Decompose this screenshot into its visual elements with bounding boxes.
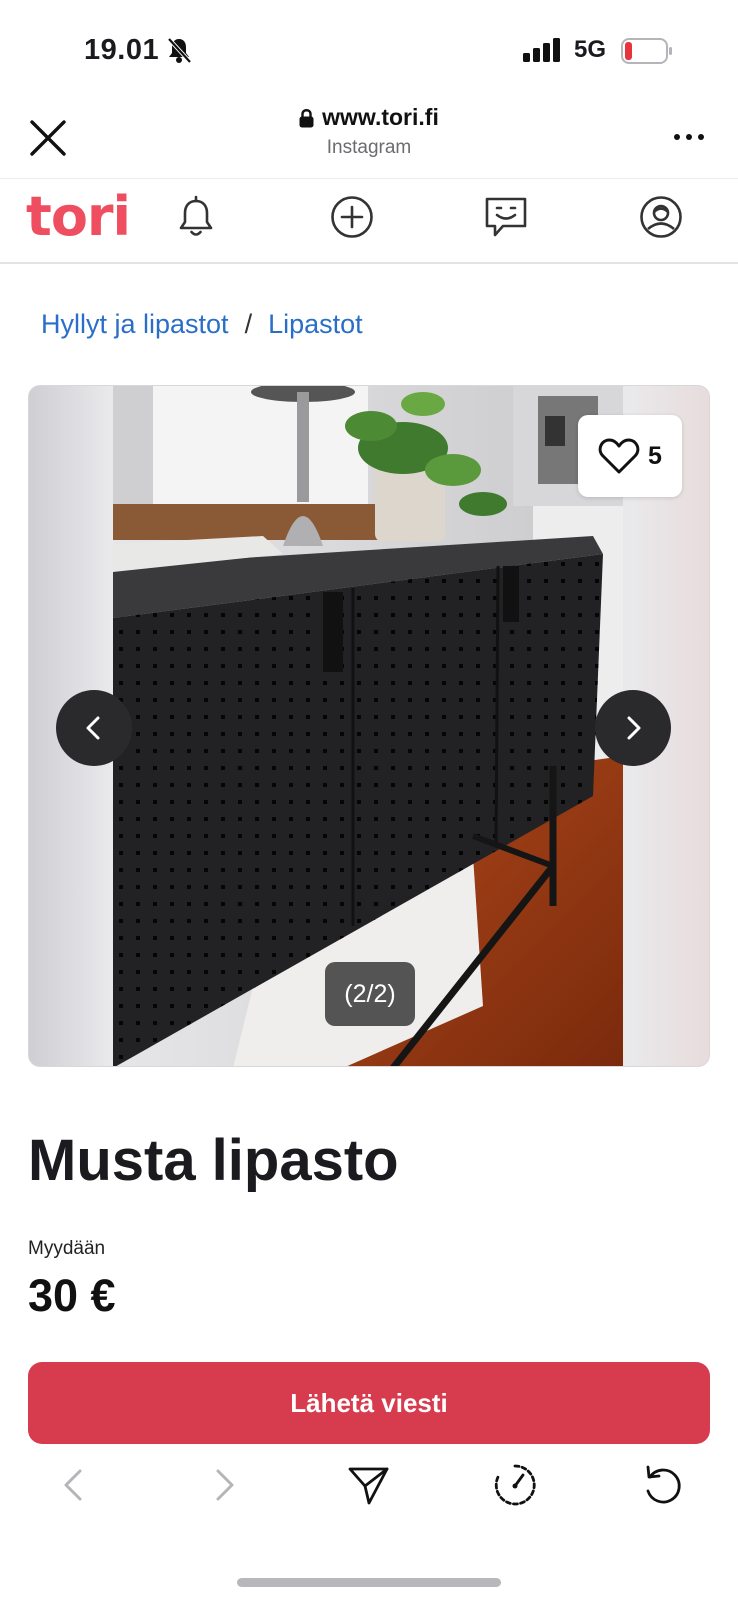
- browser-subtitle: Instagram: [326, 137, 412, 158]
- image-gallery[interactable]: 5 (2/2): [28, 385, 710, 1067]
- previous-image-button[interactable]: [56, 690, 132, 766]
- silent-bell-icon: [167, 37, 192, 64]
- send-message-button[interactable]: Lähetä viesti: [28, 1362, 710, 1444]
- heart-icon: [598, 438, 640, 474]
- browser-toolbar: [0, 1450, 738, 1520]
- listing-price: 30 €: [28, 1270, 116, 1321]
- sale-type-label: Myydään: [28, 1238, 106, 1259]
- close-icon[interactable]: [28, 118, 68, 158]
- site-navigation: tori: [0, 178, 738, 264]
- status-bar: 19.01 5G: [0, 0, 738, 100]
- page-url: www.tori.fi: [322, 104, 439, 130]
- breadcrumb-lipastot[interactable]: Lipastot: [268, 309, 363, 340]
- breadcrumb: Hyllyt ja lipastot / Lipastot: [41, 309, 363, 340]
- battery-icon: [621, 38, 672, 64]
- network-type: 5G: [574, 36, 607, 63]
- in-app-browser-header: www.tori.fi Instagram: [0, 100, 738, 178]
- tori-logo[interactable]: tori: [26, 185, 131, 248]
- home-indicator[interactable]: [237, 1578, 501, 1587]
- breadcrumb-hyllyt-ja-lipastot[interactable]: Hyllyt ja lipastot: [41, 309, 229, 340]
- next-image-button[interactable]: [595, 690, 671, 766]
- address-area[interactable]: www.tori.fi Instagram: [219, 104, 519, 159]
- messages-icon[interactable]: [483, 194, 529, 240]
- speed-meter-icon[interactable]: [492, 1462, 538, 1508]
- breadcrumb-separator: /: [244, 309, 253, 339]
- more-options-icon[interactable]: [672, 130, 706, 144]
- back-arrow-icon[interactable]: [52, 1462, 98, 1508]
- chevron-left-icon: [86, 716, 100, 740]
- lock-icon: [299, 108, 314, 127]
- chevron-right-icon: [627, 716, 641, 740]
- favorite-count: 5: [648, 441, 662, 470]
- favorite-button[interactable]: 5: [578, 415, 682, 497]
- listing-title: Musta lipasto: [28, 1128, 399, 1193]
- notifications-bell-icon[interactable]: [173, 194, 219, 240]
- add-listing-icon[interactable]: [329, 194, 375, 240]
- share-send-icon[interactable]: [345, 1462, 391, 1508]
- forward-arrow-icon[interactable]: [200, 1462, 246, 1508]
- status-time: 19.01: [84, 34, 160, 66]
- image-counter: (2/2): [325, 962, 415, 1026]
- reload-icon[interactable]: [640, 1462, 686, 1508]
- profile-icon[interactable]: [638, 194, 684, 240]
- cellular-signal-icon: [523, 38, 560, 62]
